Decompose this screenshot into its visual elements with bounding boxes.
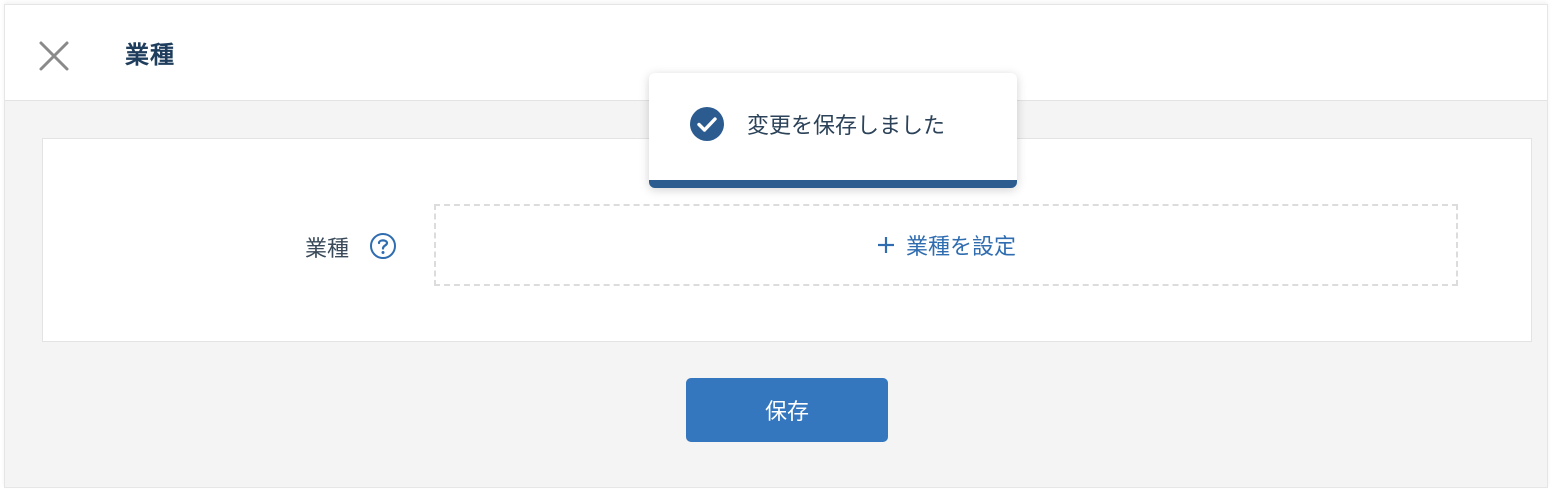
page-title: 業種	[125, 41, 175, 69]
toast-progress-bar	[649, 180, 1017, 188]
industry-field-label: 業種	[305, 237, 350, 262]
success-toast: 変更を保存しました	[649, 73, 1017, 188]
check-circle-icon	[690, 107, 724, 141]
plus-icon	[877, 237, 894, 253]
set-industry-label: 業種を設定	[905, 235, 1016, 260]
close-icon	[39, 41, 69, 71]
save-button[interactable]: 保存	[686, 378, 888, 442]
help-icon[interactable]	[369, 232, 397, 260]
toast-message: 変更を保存しました	[747, 114, 946, 139]
set-industry-button[interactable]: 業種を設定	[434, 204, 1458, 286]
close-button[interactable]	[35, 37, 75, 77]
